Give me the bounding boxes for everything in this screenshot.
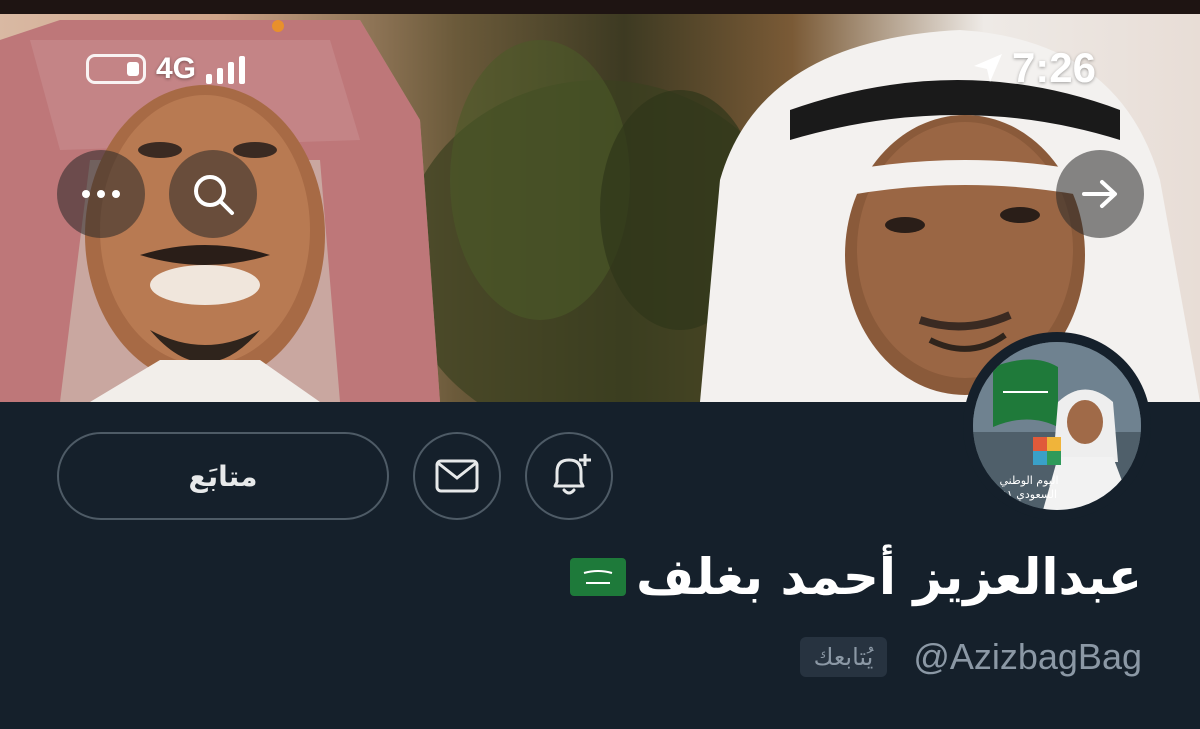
handle-row: يُتابعك @AzizbagBag <box>799 636 1142 678</box>
clock: 7:26 <box>1011 44 1096 91</box>
battery-icon <box>86 54 146 84</box>
arrow-right-icon <box>1082 180 1117 208</box>
network-label: 4G <box>156 52 197 85</box>
message-button[interactable] <box>413 432 501 520</box>
search-button[interactable] <box>169 150 257 238</box>
forward-button[interactable] <box>1056 150 1144 238</box>
user-handle: @AzizbagBag <box>913 636 1142 677</box>
more-icon <box>82 190 120 198</box>
avatar-image: اليوم الوطني السعودي ٩١ <box>973 342 1141 510</box>
search-icon <box>194 175 234 215</box>
status-bar-left: 4G <box>86 52 246 86</box>
notifications-button[interactable] <box>525 432 613 520</box>
saudi-flag-icon <box>570 558 627 596</box>
mail-icon <box>435 459 479 493</box>
avatar-caption-line2: السعودي ٩١ <box>1000 488 1058 501</box>
profile-screen: 4G 7:26 اليوم الوطني السعودي ٩١ متابَع ع… <box>0 0 1200 729</box>
avatar-caption-line1: اليوم الوطني <box>999 474 1059 487</box>
display-name: عبدالعزيز أحمد بغلف <box>636 548 1142 606</box>
profile-avatar[interactable]: اليوم الوطني السعودي ٩١ <box>963 332 1151 520</box>
avatar-caption: اليوم الوطني السعودي ٩١ <box>981 474 1077 502</box>
following-button[interactable]: متابَع <box>57 432 389 520</box>
status-bar-right: 7:26 <box>972 44 1096 92</box>
top-strip <box>0 0 1200 14</box>
follows-you-badge: يُتابعك <box>799 637 888 677</box>
display-name-row: عبدالعزيز أحمد بغلف <box>570 548 1142 606</box>
bell-plus-icon <box>553 454 591 495</box>
location-arrow-icon <box>973 54 1002 82</box>
privacy-indicator <box>272 20 284 32</box>
signal-icon <box>206 54 246 84</box>
more-button[interactable] <box>57 150 145 238</box>
